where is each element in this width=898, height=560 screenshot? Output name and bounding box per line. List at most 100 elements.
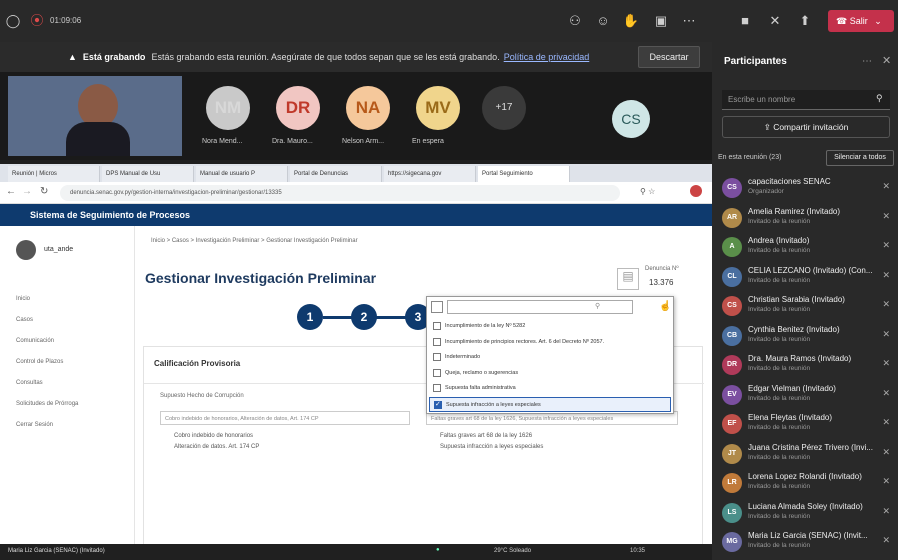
share-invite-button[interactable]: ⇪ Compartir invitación [722,116,890,138]
book-icon: ▤ [617,268,639,290]
participant-row[interactable]: CS capacitaciones SENAC Organizador ✕ [712,172,898,202]
breadcrumb[interactable]: Inicio > Casos > Investigación Prelimina… [151,238,358,244]
mute-all-button[interactable]: Silenciar a todos [826,150,894,166]
step-2[interactable]: 2 [351,304,377,330]
sidebar-item[interactable]: Consultas [16,380,43,386]
participant-role: Invitado de la reunión [748,247,811,254]
section-title: Calificación Provisoria [154,359,241,368]
extensions-icon[interactable]: ⚲ ☆ [640,187,655,196]
sidebar-item[interactable]: Control de Plazos [16,359,63,365]
sidebar-item[interactable]: Comunicación [16,338,54,344]
participant-row[interactable]: EF Elena Fleytas (Invitado) Invitado de la… [712,408,898,438]
option-checkbox[interactable] [433,368,441,377]
participant-row[interactable]: MG Maria Liz Garcia (SENAC) (Invit... Invi… [712,526,898,556]
more-icon[interactable]: ⋯ [862,56,872,67]
sidebar-item[interactable]: Casos [16,317,33,323]
step-1[interactable]: 1 [297,304,323,330]
participant-avatar: DR [722,355,742,375]
dropdown-option[interactable]: Queja, reclamo o sugerencias [429,366,671,381]
search-icon: ⚲ [595,303,601,310]
rooms-icon[interactable]: ▣ [652,12,670,30]
chat-icon[interactable]: ☺ [594,12,612,30]
browser-tab[interactable]: Manual de usuario P [196,166,288,182]
warning-icon: ▲ [68,52,77,62]
sidebar-item[interactable]: Solicitudes de Prórroga [16,401,78,407]
profile-icon[interactable] [690,185,702,197]
category-dropdown[interactable]: ⚲ ☝ Incumplimiento de la ley Nº 5282 Incu… [426,296,674,414]
sidebar-item[interactable]: Cerrar Sesión [16,422,53,428]
reactions-icon[interactable]: ✋ [622,12,640,30]
participant-row[interactable]: A Andrea (Invitado) Invitado de la reunión… [712,231,898,261]
mic-off-icon: ✕ [882,328,890,339]
forward-icon[interactable]: → [22,186,32,197]
leave-button[interactable]: ☎ Salir ⌄ [828,10,894,32]
share-icon[interactable]: ⬆ [796,12,814,30]
left-select[interactable]: Cobro indebido de honorarios, Alteración… [160,411,410,425]
browser-tab[interactable]: https://sigecana.gov [384,166,476,182]
participant-avatar: DR [276,86,320,130]
participant-row[interactable]: LS Luciana Almada Soley (Invitado) Invitad… [712,497,898,527]
browser-tab[interactable]: Portal Seguimiento [478,166,570,182]
participant-row[interactable]: AR Amelia Ramirez (Invitado) Invitado de l… [712,202,898,232]
browser-tab[interactable]: Portal de Denuncias [290,166,382,182]
more-participants[interactable]: +17 [482,86,526,130]
option-checkbox[interactable] [434,400,442,409]
participant-row[interactable]: CS Christian Sarabia (Invitado) Invitado d… [712,290,898,320]
option-label: Supuesta falta administrativa [445,385,516,391]
browser-tab[interactable]: Reunión | Micros [8,166,100,182]
discard-button[interactable]: Descartar [638,46,700,68]
dropdown-option[interactable]: Incumplimiento de la ley Nº 5282 [429,319,671,334]
option-checkbox[interactable] [433,384,441,392]
in-meeting-count[interactable]: En esta reunión (23) [718,154,781,161]
dropdown-search-input[interactable] [447,300,633,314]
mic-off-icon: ✕ [882,210,890,221]
participant-search[interactable]: Escribe un nombre ⚲ [722,90,890,110]
mic-off-icon: ✕ [882,535,890,545]
dropdown-option[interactable]: Supuesta falta administrativa [429,381,671,396]
sidebar-item[interactable]: Inicio [16,296,30,302]
participant-row[interactable]: JT Juana Cristina Pérez Trivero (Invi... I… [712,438,898,468]
camera-icon[interactable]: ■ [736,12,754,30]
back-icon[interactable]: ← [6,186,16,197]
participant-name: Elena Fleytas (Invitado) [748,413,833,422]
chevron-down-icon: ⌄ [874,16,882,26]
option-checkbox[interactable] [433,353,441,361]
participant-avatar: MV [416,86,460,130]
option-checkbox[interactable] [433,322,441,330]
people-icon[interactable]: ⚇ [566,12,584,30]
meeting-top-bar: ◯ ⦿ 01:09:06 ⚇ ☺ ✋ ▣ ⋯ ■ ✕ ⬆ ☎ Salir ⌄ [0,0,898,42]
select-all-checkbox[interactable] [431,301,443,313]
url-input[interactable]: denuncia.senac.gov.py/gestion-interna/in… [60,185,620,201]
dropdown-option[interactable]: Incumplimiento de principios rectores. A… [429,335,671,350]
privacy-link[interactable]: Política de privacidad [504,52,590,62]
participant-name: Dra. Maura Ramos (Invitado) [748,354,852,363]
participant-role: Organizador [748,188,784,195]
mic-off-icon[interactable]: ✕ [766,12,784,30]
dropdown-option[interactable]: Indeterminado [429,350,671,365]
app-icon[interactable]: ● [436,547,440,553]
close-icon[interactable]: ✕ [882,54,891,67]
participant-name: CELIA LEZCANO (Invitado) (Con... [748,265,873,275]
participant-name: capacitaciones SENAC [748,177,831,186]
option-checkbox[interactable] [433,337,441,346]
participant-row[interactable]: CL CELIA LEZCANO (Invitado) (Con... Invita… [712,261,898,291]
participant-row[interactable]: CB Cynthia Benitez (Invitado) Invitado de … [712,320,898,350]
panel-title: Participantes [724,56,787,67]
browser-tab[interactable]: DPS Manual de Usu [102,166,194,182]
more-options-icon[interactable]: ⋯ [680,12,698,30]
participant-avatar: CB [722,325,742,346]
participant-row[interactable]: DR Dra. Maura Ramos (Invitado) Invitado de… [712,349,898,379]
participant-row[interactable]: LR Lorena Lopez Rolandi (Invitado) Invitad… [712,467,898,497]
participant-avatar: AR [722,207,742,228]
participant-avatar: EF [722,414,742,434]
dropdown-option[interactable]: Supuesta infracción a leyes especiales [429,396,671,412]
participant-name: Nelson Arm... [342,138,385,145]
reload-icon[interactable]: ↻ [40,186,48,197]
participant-name: Christian Sarabia (Invitado) [748,295,845,304]
participants-panel: Participantes ⋯ ✕ Escribe un nombre ⚲ ⇪ … [712,42,898,560]
mic-off-icon: ✕ [882,240,890,250]
clock: 10:35 [630,548,646,554]
system-header: Sistema de Seguimiento de Procesos [0,204,712,226]
participant-row[interactable]: EV Edgar Vielman (Invitado) Invitado de la… [712,379,898,409]
recording-text: Estás grabando esta reunión. Asegúrate d… [151,52,500,62]
